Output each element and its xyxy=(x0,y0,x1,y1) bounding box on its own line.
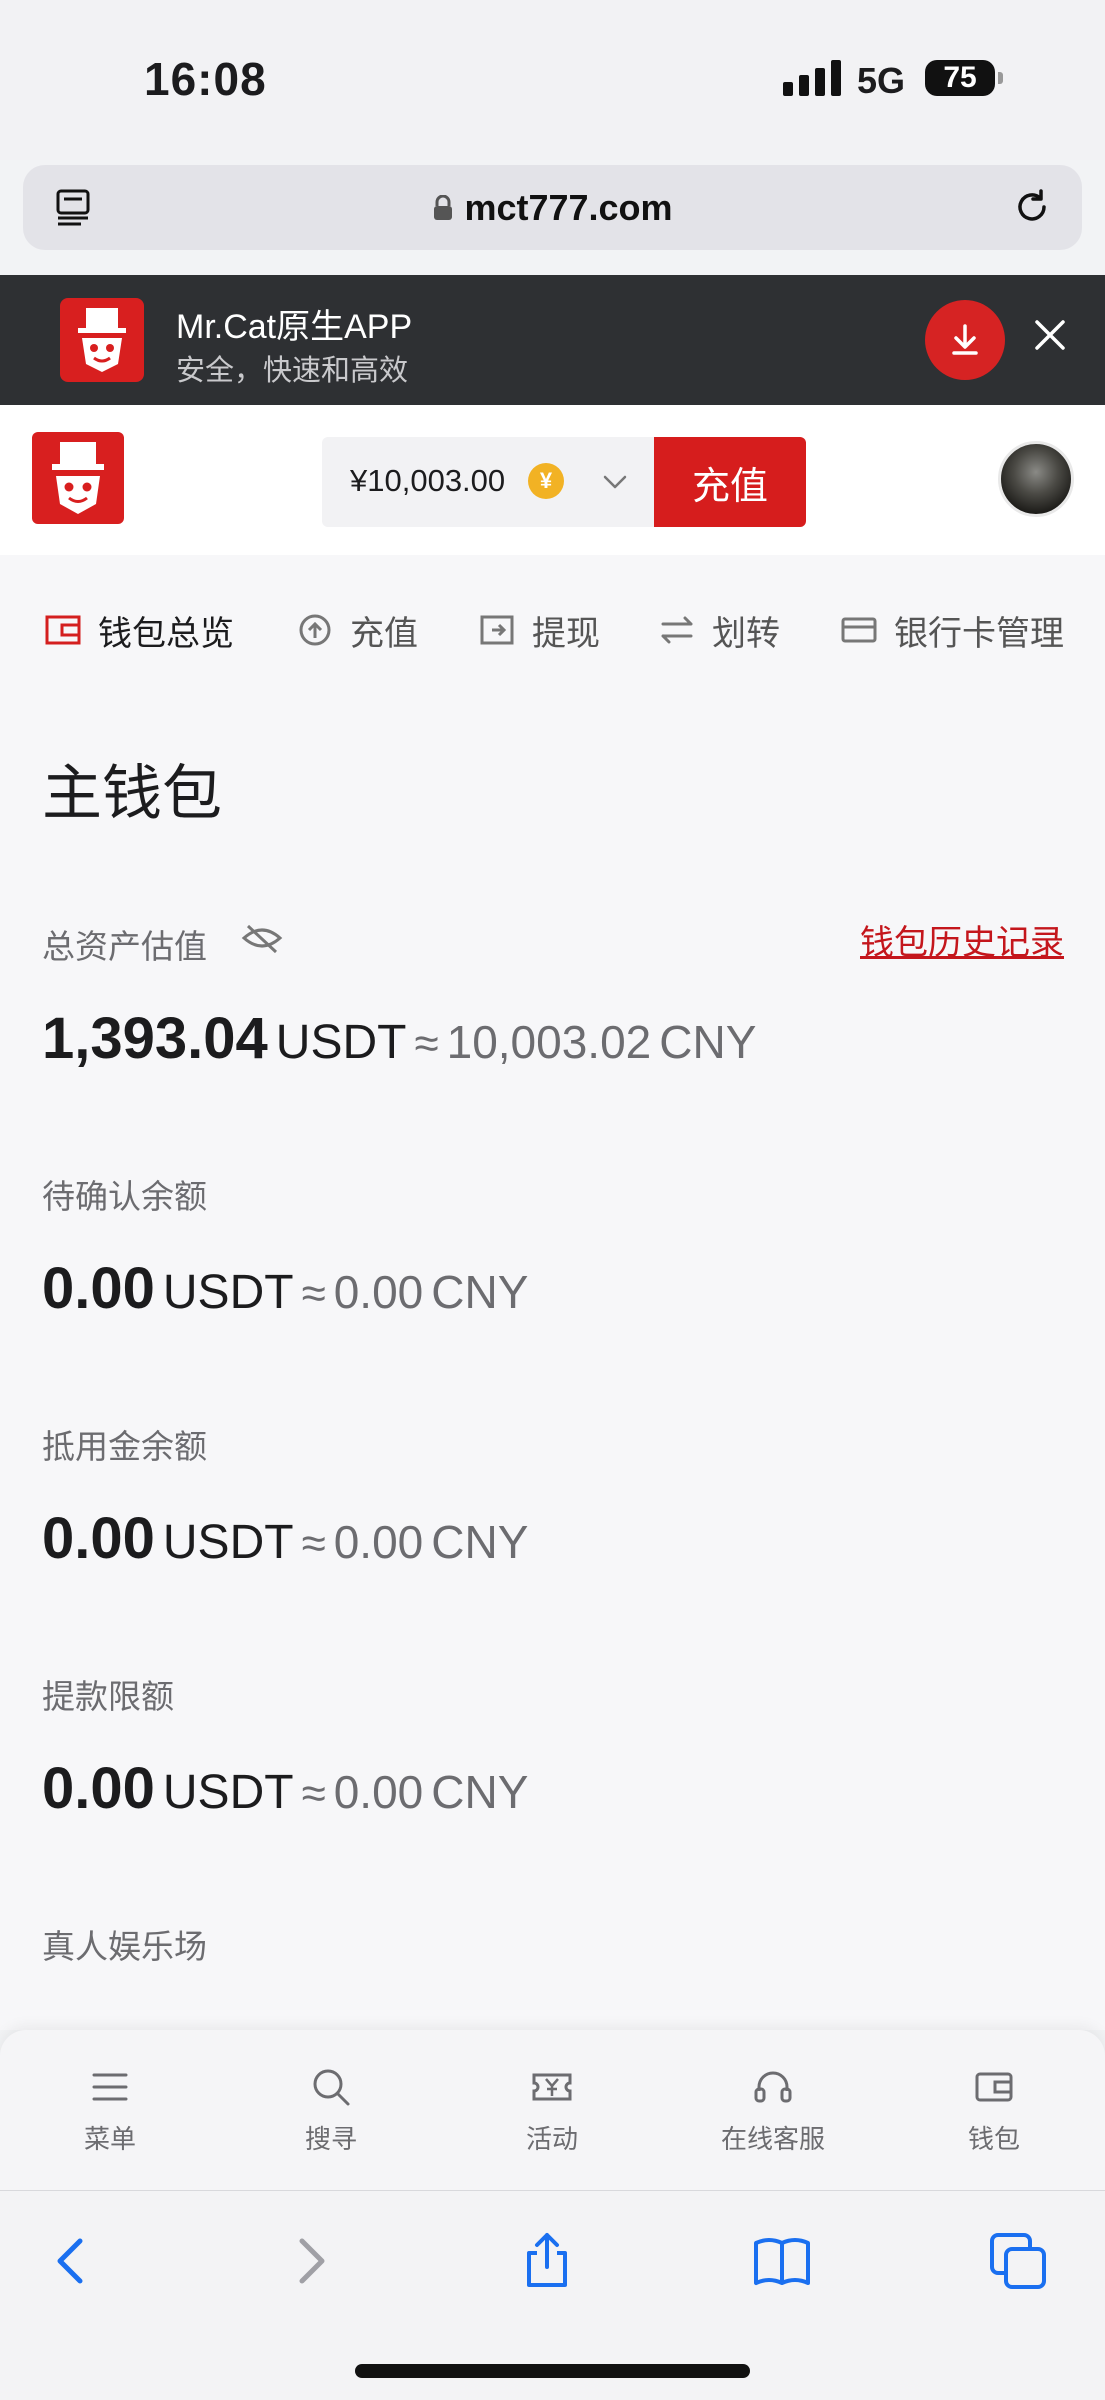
withdraw-limit-label: 提款限额 xyxy=(42,1678,174,1715)
cellular-signal-icon xyxy=(783,60,841,96)
site-logo[interactable] xyxy=(32,432,124,524)
balance-amount: ¥10,003.00 xyxy=(350,463,506,498)
menu-icon xyxy=(92,2073,128,2100)
site-header: ¥10,003.00 ¥ 充值 xyxy=(0,405,1105,555)
tab-label: 充值 xyxy=(350,614,418,653)
withdraw-limit-amount: 0.00 USDT ≈ 0.00 CNY xyxy=(42,1755,528,1822)
search-icon xyxy=(313,2069,350,2105)
recharge-button[interactable]: 充值 xyxy=(654,437,806,527)
tab-wallet-overview[interactable]: 钱包总览 xyxy=(44,595,234,665)
chevron-down-icon xyxy=(603,475,627,489)
tabs-icon[interactable] xyxy=(988,2231,1048,2291)
tab-bank-cards[interactable]: 银行卡管理 xyxy=(840,595,1064,665)
reload-icon[interactable] xyxy=(1008,183,1056,231)
total-assets-amount: 1,393.04 USDT ≈ 10,003.02 CNY xyxy=(42,1005,756,1072)
avatar[interactable] xyxy=(998,441,1074,517)
site-bottom-nav: 菜单 搜寻 活动 在线客服 钱包 xyxy=(0,2030,1105,2190)
url-text: mct777.com xyxy=(464,186,673,228)
approx-sign: ≈ xyxy=(301,1769,326,1818)
url-display[interactable]: mct777.com xyxy=(23,165,1082,250)
tab-label: 提现 xyxy=(532,614,600,653)
coin-icon: ¥ xyxy=(528,463,564,499)
tab-deposit[interactable]: 充值 xyxy=(296,595,418,665)
nav-label: 在线客服 xyxy=(720,2123,825,2154)
usdt-unit: USDT xyxy=(275,1016,407,1069)
card-icon xyxy=(841,617,877,643)
wallet-icon xyxy=(975,2072,1013,2101)
forward-icon[interactable] xyxy=(280,2231,340,2291)
usdt-value: 0.00 xyxy=(42,1256,155,1321)
tab-label: 划转 xyxy=(712,614,780,653)
status-time: 16:08 xyxy=(144,53,267,105)
headset-icon xyxy=(754,2071,792,2102)
battery-level: 75 xyxy=(943,61,977,94)
withdraw-icon xyxy=(480,615,514,645)
banner-subtitle: 安全，快速和高效 xyxy=(176,355,409,387)
nav-menu[interactable]: 菜单 xyxy=(20,2030,200,2190)
mrcat-logo xyxy=(60,298,144,382)
share-icon[interactable] xyxy=(517,2231,577,2291)
usdt-unit: USDT xyxy=(162,1766,294,1819)
ticket-icon xyxy=(532,2073,572,2100)
home-indicator xyxy=(355,2364,750,2378)
tab-transfer[interactable]: 划转 xyxy=(658,595,780,665)
approx-sign: ≈ xyxy=(301,1519,326,1568)
approx-sign: ≈ xyxy=(414,1019,439,1068)
lock-icon xyxy=(434,194,453,220)
network-type: 5G xyxy=(857,60,906,101)
usdt-unit: USDT xyxy=(162,1516,294,1569)
nav-label: 活动 xyxy=(525,2123,578,2154)
live-casino-label: 真人娱乐场 xyxy=(42,1928,207,1965)
tab-label: 钱包总览 xyxy=(98,614,234,653)
cny-unit: CNY xyxy=(431,1266,529,1318)
bookmarks-icon[interactable] xyxy=(752,2231,812,2291)
cny-unit: CNY xyxy=(659,1016,757,1068)
nav-label: 菜单 xyxy=(83,2123,136,2154)
usdt-value: 1,393.04 xyxy=(42,1006,268,1071)
pending-balance-label: 待确认余额 xyxy=(42,1178,207,1215)
balance-selector[interactable]: ¥10,003.00 ¥ xyxy=(322,437,654,527)
close-icon[interactable] xyxy=(1030,315,1070,355)
status-bar: 16:08 5G 75 xyxy=(0,0,1105,160)
nav-label: 钱包 xyxy=(967,2123,1020,2154)
usdt-value: 0.00 xyxy=(42,1756,155,1821)
total-assets-label: 总资产估值 xyxy=(42,928,207,965)
transfer-icon xyxy=(661,616,693,644)
voucher-balance-label: 抵用金余额 xyxy=(42,1428,207,1465)
download-icon xyxy=(952,324,978,355)
approx-sign: ≈ xyxy=(301,1269,326,1318)
cny-unit: CNY xyxy=(431,1766,529,1818)
usdt-unit: USDT xyxy=(162,1266,294,1319)
page-title: 主钱包 xyxy=(42,760,222,827)
tab-label: 银行卡管理 xyxy=(894,614,1064,653)
cny-unit: CNY xyxy=(431,1516,529,1568)
nav-customer-service[interactable]: 在线客服 xyxy=(683,2030,863,2190)
hide-balance-icon[interactable] xyxy=(240,920,284,956)
nav-search[interactable]: 搜寻 xyxy=(241,2030,421,2190)
banner-title: Mr.Cat原生APP xyxy=(176,308,413,346)
back-icon[interactable] xyxy=(42,2231,102,2291)
battery-icon: 75 xyxy=(925,60,1003,96)
nav-promotions[interactable]: 活动 xyxy=(462,2030,642,2190)
cny-value: 10,003.02 xyxy=(446,1016,652,1068)
nav-label: 搜寻 xyxy=(304,2123,357,2154)
tab-withdraw[interactable]: 提现 xyxy=(478,595,600,665)
address-bar[interactable]: mct777.com xyxy=(23,165,1082,250)
wallet-icon xyxy=(45,615,81,645)
voucher-balance-amount: 0.00 USDT ≈ 0.00 CNY xyxy=(42,1505,528,1572)
nav-wallet[interactable]: 钱包 xyxy=(904,2030,1084,2190)
wallet-content: 钱包总览 充值 提现 划转 银行卡管理 主钱包 总资产估值 钱包历史记录 1,3… xyxy=(0,555,1105,2030)
app-download-banner: Mr.Cat原生APP 安全，快速和高效 xyxy=(0,275,1105,405)
wallet-history-link[interactable]: 钱包历史记录 xyxy=(860,915,1064,964)
usdt-value: 0.00 xyxy=(42,1506,155,1571)
cny-value: 0.00 xyxy=(333,1266,424,1318)
pending-balance-amount: 0.00 USDT ≈ 0.00 CNY xyxy=(42,1255,528,1322)
cny-value: 0.00 xyxy=(333,1516,424,1568)
cny-value: 0.00 xyxy=(333,1766,424,1818)
wallet-tabs: 钱包总览 充值 提现 划转 银行卡管理 xyxy=(0,595,1105,675)
download-button[interactable] xyxy=(925,300,1005,380)
deposit-icon xyxy=(299,614,331,646)
